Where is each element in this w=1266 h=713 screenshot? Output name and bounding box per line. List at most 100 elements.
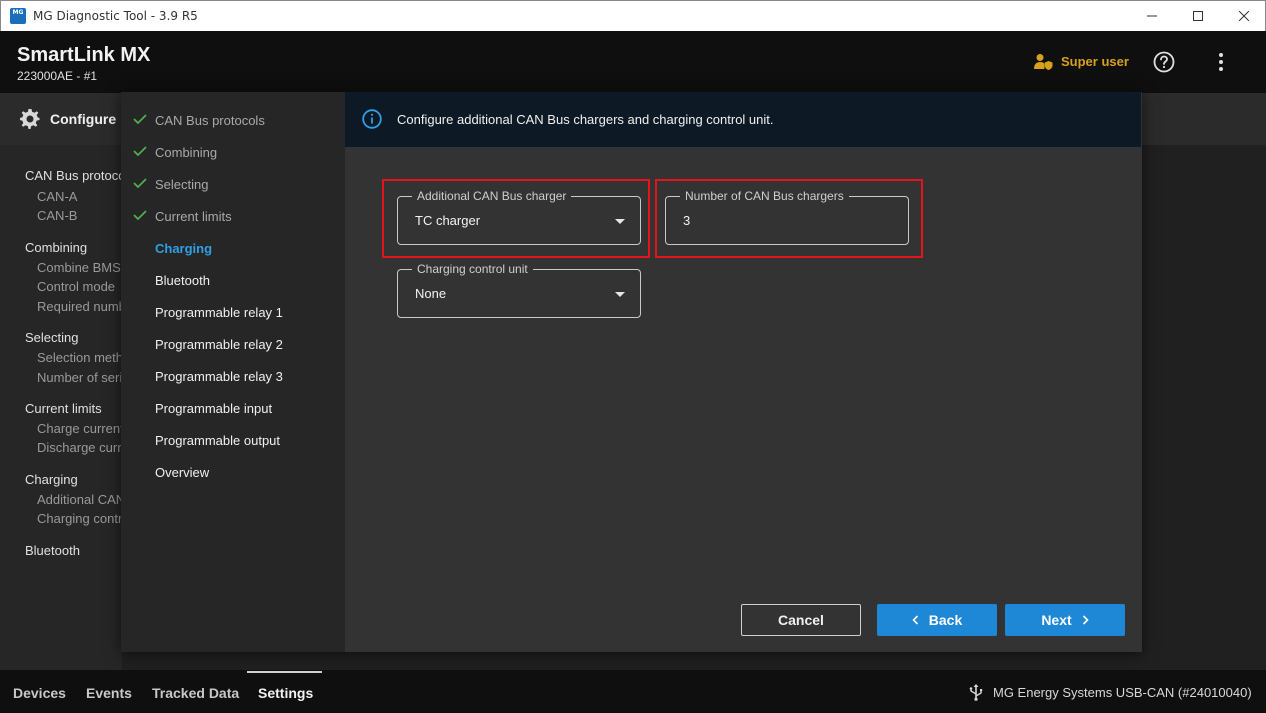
field-label: Charging control unit [412,262,533,276]
window-title-bar: MG MG Diagnostic Tool - 3.9 R5 [0,0,1266,31]
step-overview[interactable]: Overview [121,460,345,484]
section-item[interactable]: Discharge current [37,440,122,455]
field-label: Number of CAN Bus chargers [680,189,849,203]
bottom-nav: Devices Events Tracked Data Settings MG … [0,670,1266,713]
check-icon [133,178,147,189]
section-item[interactable]: Combine BMS's [37,260,122,275]
field-value: TC charger [415,213,481,228]
info-icon [362,109,382,129]
section-item[interactable]: Number of series [37,370,122,385]
section-bluetooth[interactable]: Bluetooth [25,543,80,558]
minimize-button[interactable] [1129,1,1175,31]
section-item[interactable]: Control mode [37,279,115,294]
more-vertical-icon [1219,53,1223,71]
section-current-limits[interactable]: Current limits [25,401,102,416]
close-window-button[interactable] [1221,1,1266,31]
step-charging[interactable]: Charging [121,236,345,260]
step-programmable-relay-3[interactable]: Programmable relay 3 [121,364,345,388]
tab-tracked-data[interactable]: Tracked Data [152,685,239,701]
next-button[interactable]: Next [1005,604,1125,636]
gear-icon [19,109,40,134]
step-label: Combining [155,145,218,160]
field-value: 3 [683,213,691,228]
step-label: Programmable output [155,433,281,448]
step-bluetooth[interactable]: Bluetooth [121,268,345,292]
info-message: Configure additional CAN Bus chargers an… [397,112,774,127]
user-role-label: Super user [1061,54,1129,69]
step-label: Programmable relay 1 [155,305,283,320]
charging-control-unit-select[interactable]: Charging control unit None [397,262,641,318]
selected-tab-indicator [247,671,322,673]
back-button[interactable]: Back [877,604,997,636]
step-combining[interactable]: Combining [121,140,345,164]
help-icon [1153,51,1175,73]
step-label: Programmable relay 3 [155,369,283,384]
tab-devices[interactable]: Devices [13,685,66,701]
section-charging[interactable]: Charging [25,472,78,487]
tab-events[interactable]: Events [86,685,132,701]
wizard-steps: CAN Bus protocols Combining Selecting Cu… [121,92,345,652]
section-item[interactable]: Additional CAN [37,492,122,507]
back-label: Back [928,612,963,628]
step-label: Programmable input [155,401,273,416]
device-id: 223000AE - #1 [17,69,98,83]
chevron-left-icon [912,615,918,625]
check-icon [133,146,147,157]
step-label: Charging [155,241,213,256]
more-options-button[interactable] [1212,51,1230,78]
section-selecting[interactable]: Selecting [25,330,78,345]
maximize-button[interactable] [1175,1,1221,31]
minimize-icon [1147,15,1157,17]
step-selecting[interactable]: Selecting [121,172,345,196]
charger-count-input[interactable]: Number of CAN Bus chargers 3 [665,189,909,245]
next-label: Next [1041,612,1072,628]
dropdown-arrow-icon [615,219,625,224]
maximize-icon [1193,11,1203,21]
configure-label: Configure [50,111,117,127]
step-label: CAN Bus protocols [155,113,265,128]
check-icon [133,210,147,221]
section-item[interactable]: Required number [37,299,122,314]
tab-settings[interactable]: Settings [258,685,313,701]
usb-icon [969,684,983,701]
additional-charger-select[interactable]: Additional CAN Bus charger TC charger [397,189,641,245]
step-programmable-relay-2[interactable]: Programmable relay 2 [121,332,345,356]
section-item[interactable]: CAN-A [37,189,77,204]
step-programmable-input[interactable]: Programmable input [121,396,345,420]
help-button[interactable] [1153,51,1175,78]
close-icon [1239,11,1249,21]
step-label: Programmable relay 2 [155,337,283,352]
section-item[interactable]: Charging control [37,511,122,526]
dropdown-arrow-icon [615,292,625,297]
connection-status: MG Energy Systems USB-CAN (#24010040) [968,684,1252,701]
app-header: SmartLink MX 223000AE - #1 Super user [0,31,1266,93]
field-label: Additional CAN Bus charger [412,189,572,203]
connection-label: MG Energy Systems USB-CAN (#24010040) [993,685,1252,700]
chevron-right-icon [1082,615,1089,625]
charging-wizard-dialog: CAN Bus protocols Combining Selecting Cu… [121,92,1142,652]
step-programmable-relay-1[interactable]: Programmable relay 1 [121,300,345,324]
check-icon [133,114,147,125]
section-item[interactable]: Selection method [37,350,122,365]
step-can-bus-protocols[interactable]: CAN Bus protocols [121,108,345,132]
configure-section-list: CAN Bus protocols CAN-A CAN-B Combining … [0,145,122,670]
field-value: None [415,286,447,301]
app-logo-icon: MG [10,8,26,24]
user-role-button[interactable]: Super user [1034,53,1129,70]
info-banner: Configure additional CAN Bus chargers an… [345,92,1141,147]
user-shield-icon [1034,54,1053,70]
step-programmable-output[interactable]: Programmable output [121,428,345,452]
window-title: MG Diagnostic Tool - 3.9 R5 [33,9,198,23]
section-combining[interactable]: Combining [25,240,87,255]
section-item[interactable]: CAN-B [37,208,77,223]
step-label: Selecting [155,177,209,192]
section-can-bus[interactable]: CAN Bus protocols [25,168,122,183]
step-current-limits[interactable]: Current limits [121,204,345,228]
step-label: Bluetooth [155,273,210,288]
cancel-label: Cancel [778,612,824,628]
cancel-button[interactable]: Cancel [741,604,861,636]
step-label: Overview [155,465,210,480]
step-label: Current limits [155,209,232,224]
section-item[interactable]: Charge current [37,421,122,436]
device-name: SmartLink MX [17,44,151,66]
